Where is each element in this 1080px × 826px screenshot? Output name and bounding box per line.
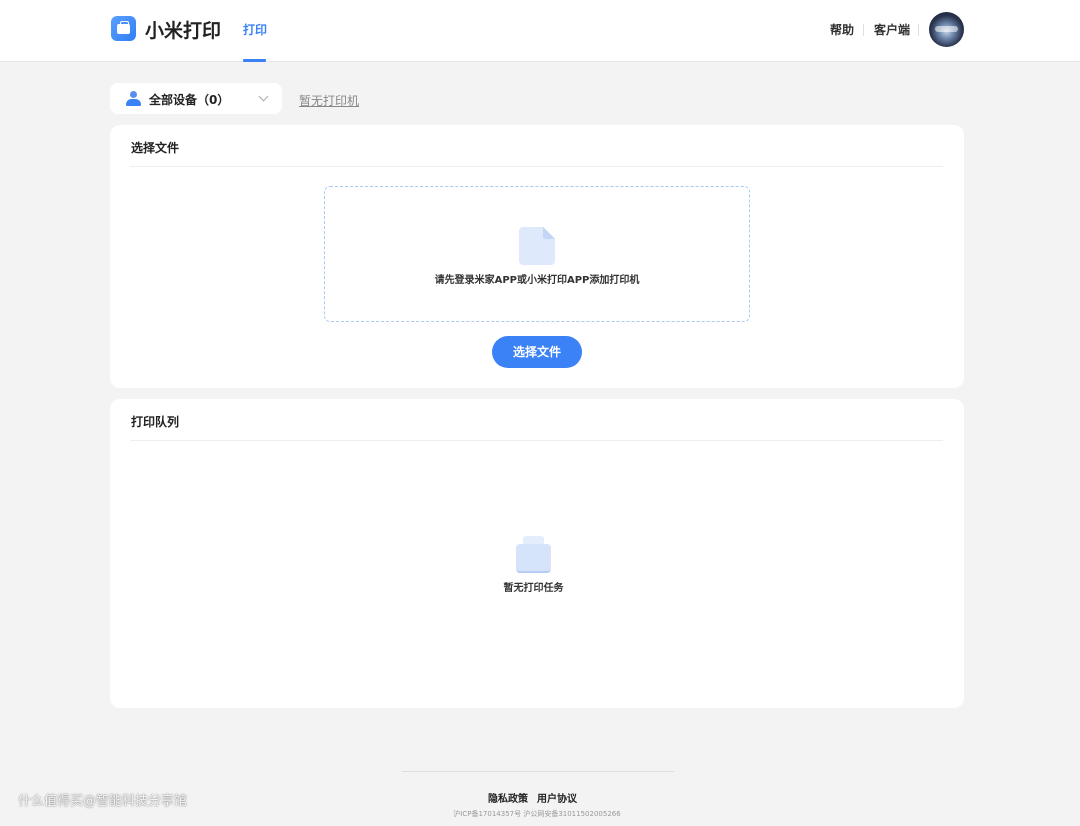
card-divider: [130, 166, 943, 167]
header-divider: [863, 24, 864, 36]
print-queue-card: 打印队列 暂无打印任务: [110, 399, 964, 708]
no-printer-link[interactable]: 暂无打印机: [299, 92, 359, 109]
footer-divider: [402, 771, 674, 772]
dropzone-hint: 请先登录米家APP或小米打印APP添加打印机: [434, 275, 640, 286]
icp-record-text: 沪ICP备17014357号 沪公网安备31011502005266: [453, 810, 621, 818]
device-select-label: 全部设备（0）: [149, 93, 230, 107]
file-dropzone[interactable]: 请先登录米家APP或小米打印APP添加打印机: [324, 186, 750, 322]
select-file-button[interactable]: 选择文件: [492, 336, 582, 368]
user-icon: [125, 90, 142, 107]
source-watermark: 什么值得买@智能科技分享馆: [18, 794, 188, 809]
header-divider: [918, 24, 919, 36]
app-title: 小米打印: [145, 20, 222, 42]
select-file-card-title: 选择文件: [131, 141, 180, 155]
queue-empty-text: 暂无打印任务: [503, 583, 564, 594]
user-avatar[interactable]: [929, 12, 964, 47]
select-file-card: 选择文件 请先登录米家APP或小米打印APP添加打印机 选择文件: [110, 125, 964, 388]
card-divider: [130, 440, 943, 441]
help-link[interactable]: 帮助: [830, 21, 854, 38]
device-select-dropdown[interactable]: 全部设备（0）: [110, 83, 282, 114]
print-queue-card-title: 打印队列: [131, 415, 180, 429]
file-icon: [519, 227, 555, 265]
top-header: 小米打印 打印 帮助 客户端: [0, 0, 1080, 62]
chevron-down-icon: [258, 91, 269, 102]
client-download-link[interactable]: 客户端: [874, 21, 910, 38]
user-agreement-link[interactable]: 用户协议: [537, 790, 577, 805]
printer-icon: [516, 536, 551, 573]
active-tab-indicator: [243, 59, 266, 62]
printer-logo-icon: [111, 16, 136, 41]
tab-print[interactable]: 打印: [243, 21, 267, 38]
privacy-policy-link[interactable]: 隐私政策: [488, 790, 528, 805]
